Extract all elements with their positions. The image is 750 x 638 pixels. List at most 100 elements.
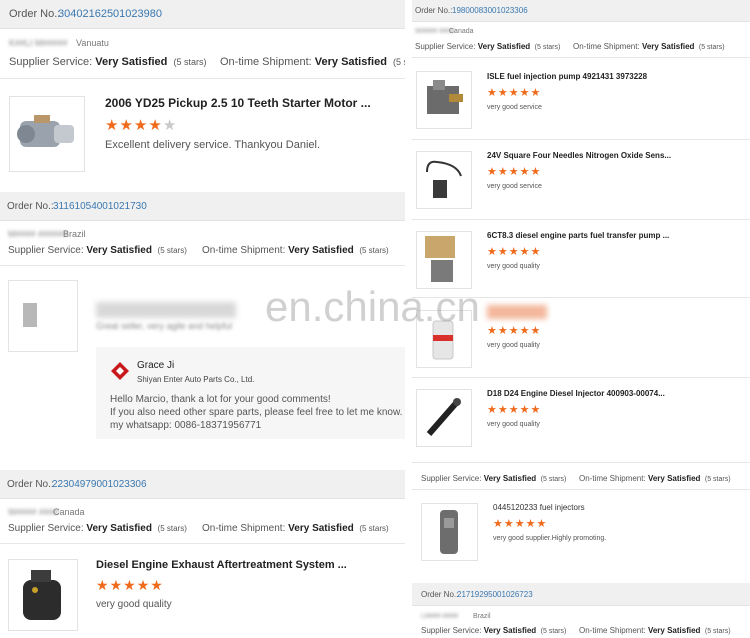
buyer-country: Brazil — [473, 613, 491, 620]
product-thumbnail[interactable] — [416, 231, 472, 289]
star-icon: ★ — [109, 577, 124, 593]
shipment-rating: On-time Shipment: Very Satisfied (5 star… — [573, 42, 725, 51]
order-no-link[interactable]: 31161054001021730 — [53, 201, 147, 212]
review-text: very good quality — [487, 342, 540, 349]
review-text: very good service — [487, 183, 542, 190]
shipment-rating: On-time Shipment: Very Satisfied (5 star… — [220, 56, 405, 68]
order-header: Order No.: 22304979001023306 — [0, 470, 405, 499]
product-thumbnail[interactable] — [8, 280, 78, 352]
star-icon: ★ — [519, 246, 531, 258]
review-text: very good quality — [487, 263, 540, 270]
product-title-link[interactable]: 6CT8.3 diesel engine parts fuel transfer… — [487, 231, 669, 240]
product-thumbnail[interactable] — [416, 71, 472, 129]
star-icon: ★ — [487, 325, 498, 337]
order-header: Order No.: 21719295001026723 — [412, 583, 750, 606]
reply-company: Shiyan Enter Auto Parts Co., Ltd. — [137, 375, 255, 384]
product-thumbnail[interactable] — [421, 503, 478, 561]
fuel-injector-image — [440, 510, 458, 554]
divider — [0, 543, 405, 544]
shipment-rating: On-time Shipment: Very Satisfied (5 star… — [202, 245, 389, 256]
star-rating: ★★★★★ — [487, 86, 541, 99]
star-rating: ★★★★★ — [487, 403, 541, 416]
order-no-label: Order No.: — [9, 8, 61, 20]
product-title-link[interactable]: 0445120233 fuel injectors — [493, 503, 585, 512]
star-rating: ★★★★★ — [105, 116, 177, 134]
order-no-link[interactable]: 19800083001023306 — [452, 6, 528, 15]
star-rating: ★★★★★ — [487, 165, 541, 178]
star-icon: ★ — [497, 246, 509, 258]
nox-sensor-image — [426, 160, 462, 198]
watermark-text: en.china.cn — [265, 283, 480, 330]
divider — [412, 57, 750, 58]
review-text: very good quality — [96, 599, 172, 610]
review-text: very good supplier.Highly promoting. — [493, 535, 607, 542]
review-text-blurred: Great seller, very agile and helpful — [96, 321, 233, 331]
reply-line: Hello Marcio, thank a lot for your good … — [110, 394, 331, 405]
star-rating: ★★★★★ — [487, 245, 541, 258]
star-icon: ★ — [162, 117, 178, 134]
star-icon: ★ — [519, 404, 531, 416]
star-icon: ★ — [514, 518, 526, 530]
star-icon: ★ — [536, 518, 548, 530]
star-icon: ★ — [119, 117, 134, 134]
star-icon: ★ — [525, 518, 537, 530]
supplier-service-rating: Supplier Service: Very Satisfied (5 star… — [415, 42, 561, 51]
buyer-country: Vanuatu — [76, 38, 109, 48]
star-icon: ★ — [487, 246, 498, 258]
order-no-label: Order No.: — [7, 479, 54, 490]
star-icon: ★ — [148, 117, 163, 134]
star-icon: ★ — [508, 87, 520, 99]
reply-author-name: Grace Ji — [137, 360, 175, 371]
shipment-rating: On-time Shipment: Very Satisfied (5 star… — [202, 523, 389, 534]
star-icon: ★ — [508, 325, 520, 337]
star-icon: ★ — [519, 87, 531, 99]
star-icon: ★ — [508, 246, 520, 258]
supplier-service-rating: Supplier Service: Very Satisfied (5 star… — [8, 245, 187, 256]
star-icon: ★ — [530, 87, 542, 99]
order-no-label: Order No.: — [421, 590, 459, 599]
product-thumbnail[interactable] — [8, 559, 78, 631]
product-title-link[interactable]: 2006 YD25 Pickup 2.5 10 Teeth Starter Mo… — [105, 96, 371, 110]
product-title-link[interactable]: ISLE fuel injection pump 4921431 3973228 — [487, 72, 647, 81]
injector-image — [426, 398, 461, 436]
order-no-link[interactable]: 30402162501023980 — [58, 8, 162, 20]
buyer-country: Canada — [53, 507, 85, 517]
buyer-name-blurred: K##LI M##### — [9, 38, 68, 48]
buyer-country: Canada — [449, 28, 474, 35]
product-thumbnail[interactable] — [416, 389, 472, 447]
divider — [0, 78, 405, 79]
star-icon: ★ — [497, 325, 509, 337]
aftertreatment-unit-image — [23, 570, 61, 620]
star-icon: ★ — [530, 166, 542, 178]
shipment-rating: On-time Shipment: Very Satisfied (5 star… — [579, 474, 731, 483]
star-icon: ★ — [530, 325, 542, 337]
blurred-product-title — [487, 305, 547, 319]
buyer-country: Brazil — [63, 229, 86, 239]
order-no-label: Order No.: — [7, 201, 54, 212]
star-icon: ★ — [133, 117, 149, 134]
product-title-link[interactable]: Diesel Engine Exhaust Aftertreatment Sys… — [96, 559, 347, 571]
product-thumbnail[interactable] — [9, 96, 85, 172]
product-thumbnail[interactable] — [416, 151, 472, 209]
star-rating: ★★★★★ — [493, 517, 547, 530]
reply-line: If you also need other spare parts, plea… — [110, 407, 403, 418]
star-icon: ★ — [493, 518, 504, 530]
product-title-link[interactable]: D18 D24 Engine Diesel Injector 400903-00… — [487, 389, 665, 398]
order-no-link[interactable]: 21719295001026723 — [457, 590, 533, 599]
review-text: very good service — [487, 104, 542, 111]
star-icon: ★ — [487, 87, 498, 99]
divider — [412, 489, 750, 490]
divider — [0, 265, 405, 266]
star-icon: ★ — [508, 166, 520, 178]
divider — [412, 377, 750, 378]
star-icon: ★ — [487, 166, 498, 178]
star-rating: ★★★★★ — [487, 324, 541, 337]
buyer-name-blurred: M#### ###### — [8, 229, 69, 239]
starter-motor-image — [17, 115, 74, 147]
review-text: Excellent delivery service. Thankyou Dan… — [105, 139, 321, 151]
order-header: Order No.: 19800083001023306 — [412, 0, 750, 22]
review-text: very good quality — [487, 421, 540, 428]
product-title-link[interactable]: 24V Square Four Needles Nitrogen Oxide S… — [487, 151, 671, 160]
blurred-product-image — [23, 303, 37, 327]
order-no-link[interactable]: 22304979001023306 — [52, 479, 147, 490]
